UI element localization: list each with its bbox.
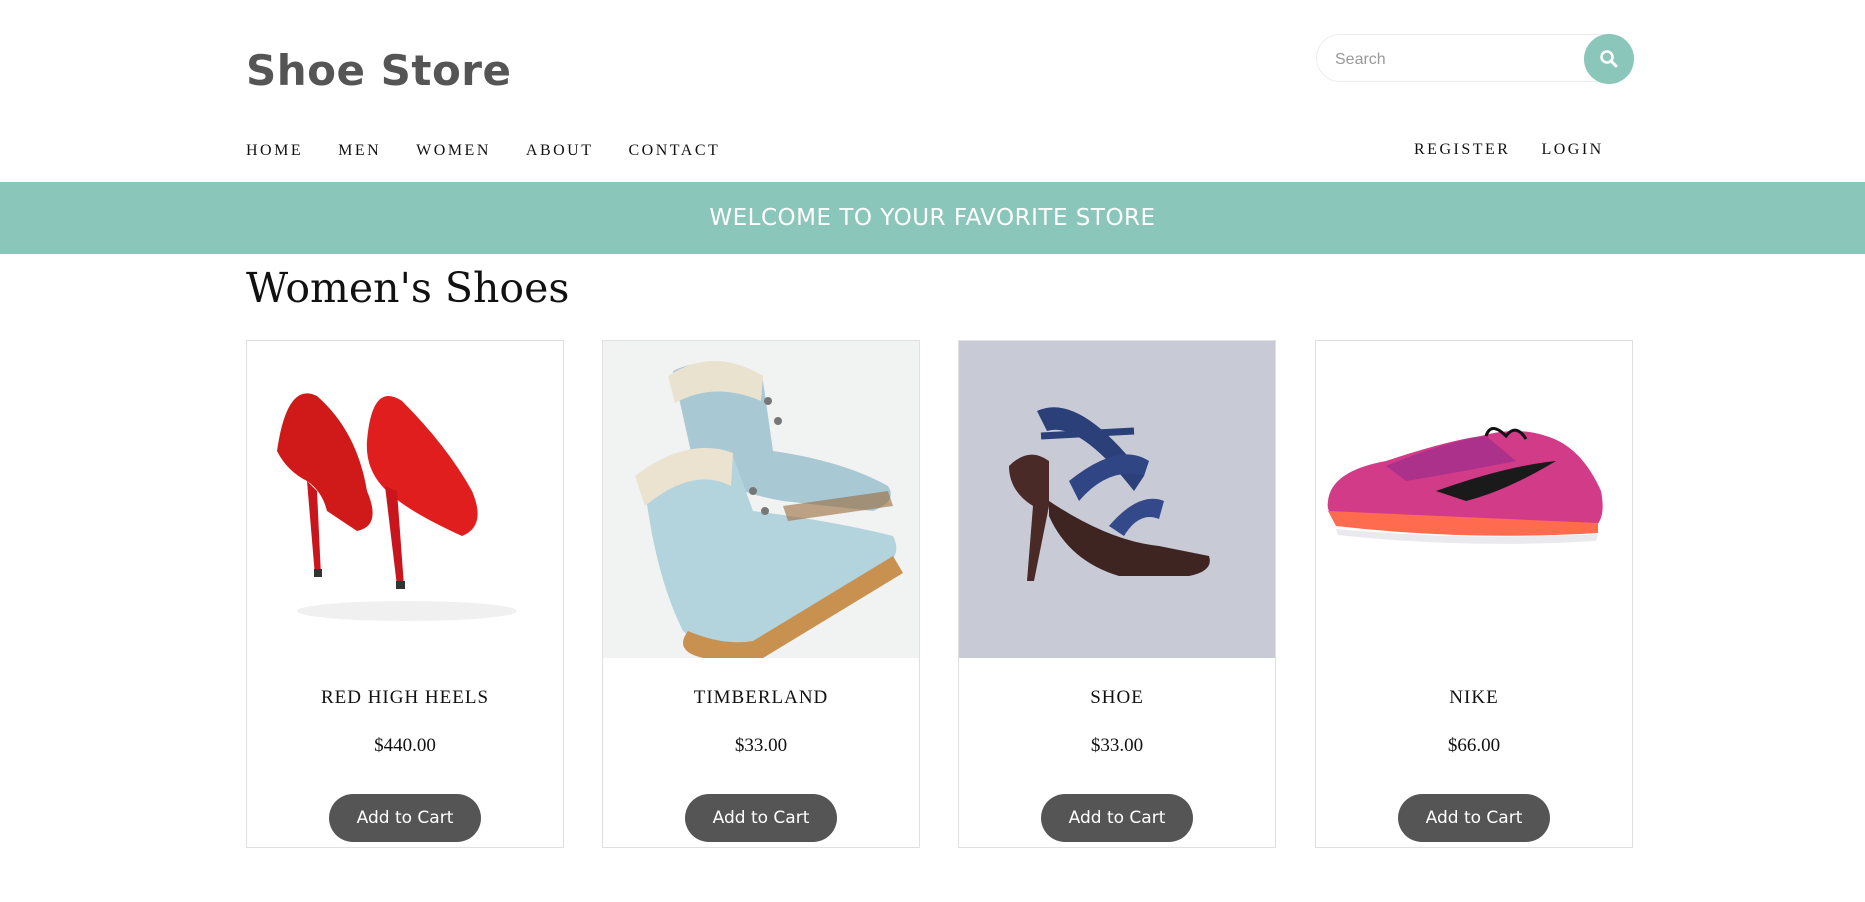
store-logo[interactable]: Shoe Store	[246, 46, 512, 95]
blue-boots-image[interactable]	[603, 341, 919, 658]
product-name[interactable]: NIKE	[1316, 687, 1632, 709]
search-input[interactable]	[1333, 47, 1567, 73]
product-card: NIKE $66.00 Add to Cart	[1315, 340, 1633, 848]
product-name[interactable]: SHOE	[959, 687, 1275, 709]
product-card: TIMBERLAND $33.00 Add to Cart	[602, 340, 920, 848]
nav-home[interactable]: HOME	[246, 142, 303, 160]
search-bar	[1316, 34, 1634, 84]
pink-sneaker-image[interactable]	[1316, 341, 1632, 658]
page-title: Women's Shoes	[246, 264, 570, 312]
nav-login[interactable]: LOGIN	[1541, 141, 1603, 159]
search-icon	[1600, 50, 1618, 68]
add-to-cart-button[interactable]: Add to Cart	[1041, 794, 1193, 842]
add-to-cart-button[interactable]: Add to Cart	[685, 794, 837, 842]
welcome-banner: WELCOME TO YOUR FAVORITE STORE	[0, 182, 1865, 254]
add-to-cart-button[interactable]: Add to Cart	[1398, 794, 1550, 842]
product-name[interactable]: TIMBERLAND	[603, 687, 919, 709]
add-to-cart-button[interactable]: Add to Cart	[329, 794, 481, 842]
product-price: $66.00	[1447, 735, 1501, 756]
nav-about[interactable]: ABOUT	[526, 142, 594, 160]
main-nav: HOME MEN WOMEN ABOUT CONTACT	[246, 142, 755, 160]
red-high-heels-image[interactable]	[247, 341, 563, 658]
product-name[interactable]: RED HIGH HEELS	[247, 687, 563, 709]
blue-sandal-heel-image[interactable]	[959, 341, 1275, 658]
product-price: $33.00	[1090, 735, 1144, 756]
nav-women[interactable]: WOMEN	[416, 142, 491, 160]
nav-register[interactable]: REGISTER	[1414, 141, 1510, 159]
product-card: RED HIGH HEELS $440.00 Add to Cart	[246, 340, 564, 848]
nav-men[interactable]: MEN	[338, 142, 381, 160]
product-price: $33.00	[734, 735, 788, 756]
search-button[interactable]	[1584, 34, 1634, 84]
product-card: SHOE $33.00 Add to Cart	[958, 340, 1276, 848]
nav-contact[interactable]: CONTACT	[629, 142, 721, 160]
product-price: $440.00	[374, 735, 436, 756]
account-nav: REGISTER LOGIN	[1414, 141, 1635, 159]
